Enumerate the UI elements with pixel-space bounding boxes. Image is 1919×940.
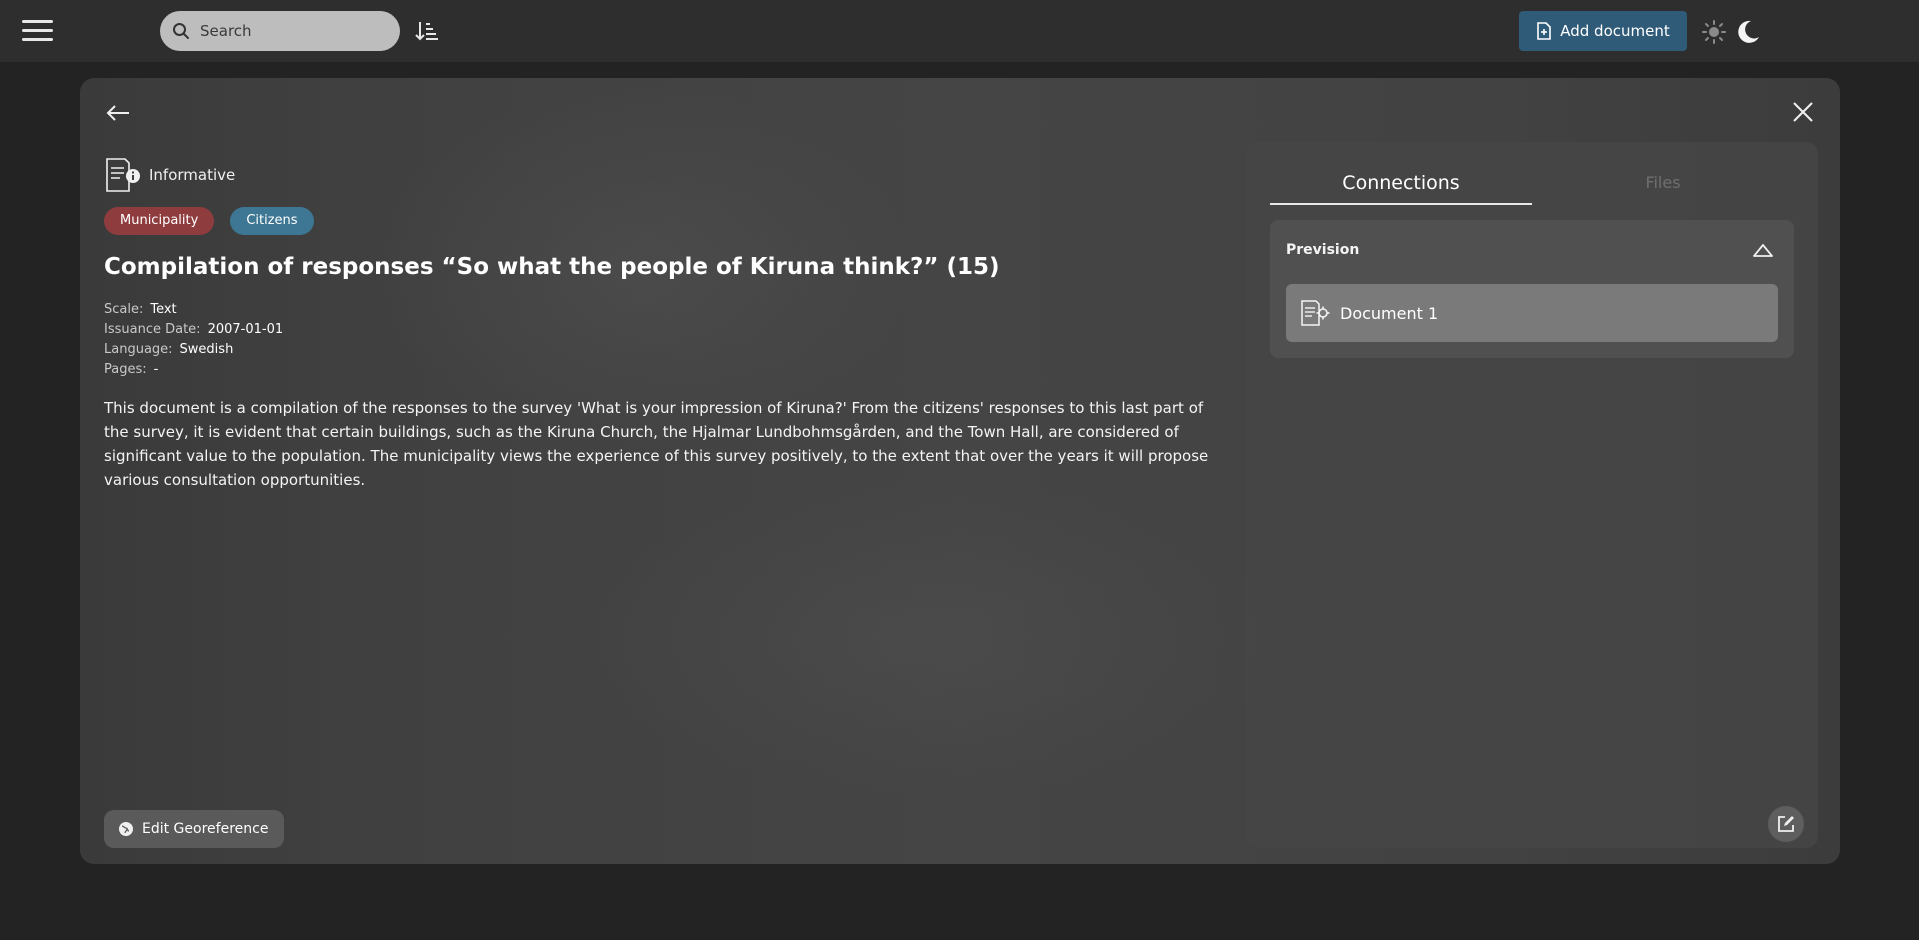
tag-municipality: Municipality: [104, 207, 215, 235]
connection-item[interactable]: Document 1: [1286, 284, 1778, 342]
meta-key: Pages:: [104, 362, 147, 377]
connection-group-heading[interactable]: Prevision: [1286, 242, 1359, 258]
edit-georeference-label: Edit Georeference: [142, 821, 269, 837]
globe-icon: [119, 822, 133, 836]
stakeholder-tags: Municipality Citizens: [104, 207, 314, 235]
top-bar: Add document: [0, 0, 1919, 62]
add-document-button[interactable]: Add document: [1519, 11, 1687, 51]
informative-document-icon: [106, 158, 140, 192]
moon-icon[interactable]: [1734, 18, 1762, 46]
meta-scale: Scale: Text: [104, 300, 283, 320]
file-add-icon: [1537, 22, 1552, 40]
close-icon[interactable]: [1790, 99, 1816, 125]
meta-language: Language: Swedish: [104, 340, 283, 360]
search-icon: [173, 23, 189, 39]
add-document-label: Add document: [1560, 22, 1670, 40]
meta-value: Swedish: [179, 342, 234, 357]
tab-files[interactable]: Files: [1532, 165, 1794, 205]
search-input[interactable]: [200, 22, 390, 40]
edit-georeference-button[interactable]: Edit Georeference: [104, 810, 285, 848]
document-modal: Informative Municipality Citizens Compil…: [80, 78, 1840, 864]
meta-key: Scale:: [104, 302, 144, 317]
connections-panel: Connections Files Prevision Document 1: [1246, 142, 1818, 848]
chevron-up-icon[interactable]: [1752, 242, 1774, 260]
back-arrow-icon[interactable]: [104, 100, 132, 126]
meta-key: Issuance Date:: [104, 322, 201, 337]
tab-connections[interactable]: Connections: [1270, 165, 1532, 205]
edit-connections-button[interactable]: [1768, 806, 1804, 842]
tag-citizens: Citizens: [230, 207, 314, 235]
connection-item-name: Document 1: [1340, 303, 1439, 323]
sort-icon[interactable]: [414, 18, 440, 44]
document-type: Informative: [104, 157, 235, 193]
meta-pages: Pages: -: [104, 360, 283, 380]
meta-issuance-date: Issuance Date: 2007-01-01: [104, 320, 283, 340]
panel-tabs: Connections Files: [1270, 165, 1794, 205]
meta-value: Text: [150, 302, 177, 317]
document-description: This document is a compilation of the re…: [104, 399, 1209, 489]
meta-value: 2007-01-01: [207, 322, 284, 337]
menu-icon[interactable]: [22, 18, 54, 42]
search-box[interactable]: [160, 11, 400, 51]
sun-icon[interactable]: [1701, 19, 1727, 45]
prescriptive-document-icon: [1301, 300, 1330, 326]
document-metadata: Scale: Text Issuance Date: 2007-01-01 La…: [104, 300, 283, 380]
edit-icon: [1778, 816, 1794, 832]
meta-value: -: [153, 362, 159, 377]
document-type-label: Informative: [149, 166, 236, 184]
document-title: Compilation of responses “So what the pe…: [104, 254, 1000, 280]
connection-group-prevision: Prevision Document 1: [1270, 220, 1794, 358]
meta-key: Language:: [104, 342, 173, 357]
